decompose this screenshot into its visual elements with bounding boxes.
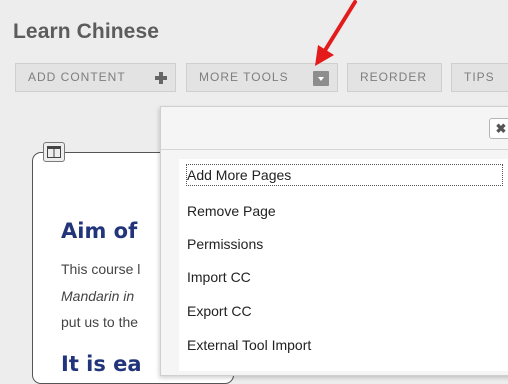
menu-item-remove-page[interactable]: Remove Page (187, 201, 276, 221)
red-arrow-annotation (315, 0, 357, 66)
menu-item-export-cc[interactable]: Export CC (187, 301, 252, 321)
plus-icon (155, 72, 167, 84)
menu-item-import-cc[interactable]: Import CC (187, 267, 251, 287)
content-heading-2: It is ea (61, 352, 142, 376)
add-content-button[interactable]: ADD CONTENT (15, 63, 176, 92)
dropdown-arrow-icon[interactable] (313, 71, 329, 86)
content-text-line: This course l (61, 261, 141, 277)
page-title: Learn Chinese (13, 20, 160, 43)
menu-list: Add More Pages Remove Page Permissions I… (179, 159, 508, 371)
layout-icon (47, 146, 61, 158)
menu-item-add-more-pages[interactable]: Add More Pages (186, 164, 503, 186)
layout-icon-button[interactable] (43, 142, 65, 162)
more-tools-dropdown-menu: ✖ Add More Pages Remove Page Permissions… (160, 106, 508, 376)
add-content-label: ADD CONTENT (28, 70, 126, 84)
menu-item-permissions[interactable]: Permissions (187, 234, 263, 254)
close-button[interactable]: ✖ (489, 118, 508, 139)
reorder-label: REORDER (360, 70, 428, 84)
tips-label: TIPS (464, 70, 495, 84)
content-heading: Aim of (61, 219, 138, 243)
close-icon: ✖ (495, 121, 507, 136)
content-text-line: Mandarin in (61, 288, 135, 304)
content-text-line: put us to the (61, 314, 139, 330)
menu-header: ✖ (161, 107, 508, 150)
more-tools-label: MORE TOOLS (199, 70, 289, 84)
tips-button[interactable]: TIPS (451, 63, 508, 92)
menu-item-external-tool-import[interactable]: External Tool Import (187, 335, 311, 355)
